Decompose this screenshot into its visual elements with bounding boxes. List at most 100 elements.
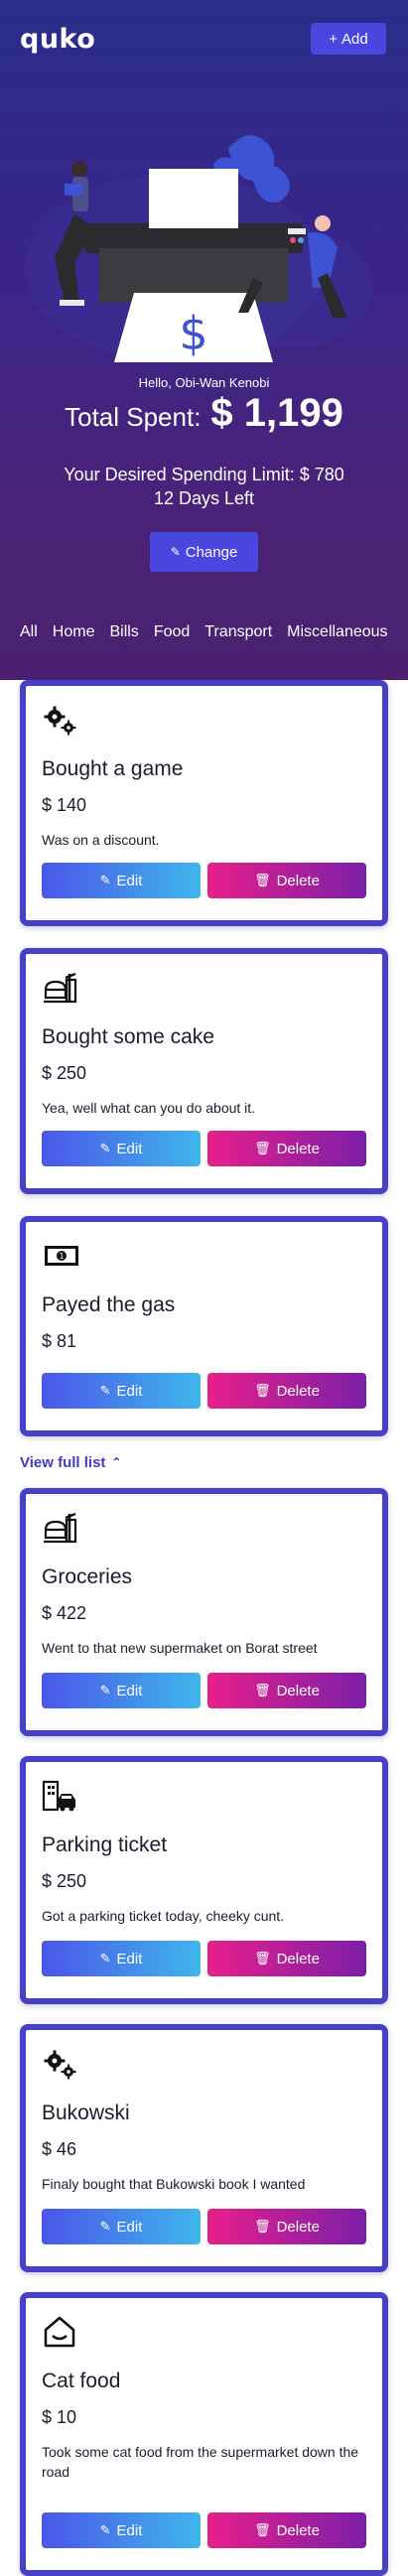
gears-icon: [44, 706, 76, 736]
edit-button-label: Edit: [116, 1382, 143, 1400]
expense-description: Got a parking ticket today, cheeky cunt.: [42, 1908, 285, 1924]
money-printer-illustration: $: [25, 135, 372, 362]
filter-tab-home[interactable]: Home: [53, 623, 95, 641]
edit-button[interactable]: ✎ Edit: [42, 1941, 201, 1976]
edit-button[interactable]: ✎ Edit: [42, 1673, 201, 1708]
expense-amount: $ 140: [42, 795, 87, 815]
top-bar: quko + Add: [0, 0, 408, 79]
filter-tab-miscellaneous[interactable]: Miscellaneous: [287, 623, 387, 641]
edit-button[interactable]: ✎ Edit: [42, 2209, 201, 2244]
app-logo[interactable]: quko: [20, 24, 95, 55]
delete-button-label: Delete: [276, 1950, 320, 1967]
expense-actions: ✎ Edit 🗑 Delete: [42, 1941, 366, 1976]
svg-text:$: $: [179, 307, 207, 360]
expense-amount: $ 46: [42, 2139, 77, 2159]
expense-actions: ✎ Edit 🗑 Delete: [42, 1673, 366, 1708]
total-spent-value: $ 1,199: [210, 391, 343, 435]
total-spent: Total Spent: $ 1,199: [0, 391, 408, 436]
expense-actions: ✎ Edit 🗑 Delete: [42, 1373, 366, 1409]
edit-button-label: Edit: [116, 1950, 143, 1967]
delete-button[interactable]: 🗑 Delete: [207, 2209, 366, 2244]
expense-card: Parking ticket $ 250 Got a parking ticke…: [20, 1756, 388, 2004]
edit-icon: ✎: [99, 2219, 111, 2234]
expense-actions: ✎ Edit 🗑 Delete: [42, 863, 366, 898]
expense-amount: $ 81: [42, 1331, 77, 1351]
expense-title: Bought a game: [42, 757, 184, 780]
edit-icon: ✎: [99, 1383, 111, 1398]
delete-button-label: Delete: [276, 872, 320, 889]
expense-amount: $ 422: [42, 1603, 87, 1623]
expense-list: Bought a game $ 140 Was on a discount. ✎…: [0, 680, 408, 2576]
edit-button[interactable]: ✎ Edit: [42, 1131, 201, 1166]
filter-tab-food[interactable]: Food: [154, 623, 190, 641]
spending-limit-text: Your Desired Spending Limit: $ 780: [64, 465, 344, 484]
add-button[interactable]: + Add: [311, 23, 386, 55]
spending-limit: Your Desired Spending Limit: $ 780 12 Da…: [0, 463, 408, 510]
money-icon: 1: [45, 1246, 78, 1266]
delete-button[interactable]: 🗑 Delete: [207, 863, 366, 898]
food-icon: [44, 1512, 77, 1544]
svg-text:1: 1: [59, 1252, 64, 1261]
edit-button[interactable]: ✎ Edit: [42, 2512, 201, 2548]
delete-button-label: Delete: [276, 1382, 320, 1400]
edit-button-label: Edit: [116, 1140, 143, 1157]
expense-title: Parking ticket: [42, 1833, 168, 1856]
edit-button[interactable]: ✎ Edit: [42, 863, 201, 898]
edit-icon: ✎: [99, 1683, 111, 1697]
trash-icon: 🗑: [254, 2219, 271, 2234]
edit-icon: ✎: [99, 1141, 111, 1155]
edit-icon: ✎: [99, 873, 111, 887]
filter-tab-all[interactable]: All: [20, 623, 38, 641]
gears-icon: [44, 2050, 76, 2080]
expense-actions: ✎ Edit 🗑 Delete: [42, 2512, 366, 2548]
edit-button-label: Edit: [116, 2218, 143, 2236]
delete-button-label: Delete: [276, 2521, 320, 2539]
edit-button-label: Edit: [116, 1682, 143, 1699]
expense-description: Took some cat food from the supermarket …: [42, 2444, 359, 2480]
change-button-label: Change: [185, 543, 238, 561]
expense-title: Bukowski: [42, 2101, 130, 2124]
edit-button-label: Edit: [116, 872, 143, 889]
delete-button[interactable]: 🗑 Delete: [207, 2512, 366, 2548]
plus-icon: +: [329, 30, 339, 48]
add-button-label: Add: [341, 30, 368, 48]
home-icon: [44, 2316, 75, 2348]
food-icon: [44, 972, 77, 1004]
chevron-up-icon: ⌃: [111, 1455, 122, 1469]
expense-description: Was on a discount.: [42, 832, 160, 848]
expense-card: Bukowski $ 46 Finaly bought that Bukowsk…: [20, 2024, 388, 2272]
expense-card: 1 Payed the gas $ 81 ✎ Edit 🗑 Delete: [20, 1216, 388, 1436]
change-limit-button[interactable]: ✎ Change: [150, 532, 258, 572]
trash-icon: 🗑: [254, 1951, 271, 1966]
expense-amount: $ 250: [42, 1063, 87, 1083]
delete-button[interactable]: 🗑 Delete: [207, 1373, 366, 1409]
greeting-text: Hello, Obi-Wan Kenobi: [138, 375, 270, 390]
expense-title: Cat food: [42, 2370, 121, 2392]
trash-icon: 🗑: [254, 873, 271, 887]
expense-title: Groceries: [42, 1565, 133, 1588]
expense-card: Cat food $ 10 Took some cat food from th…: [20, 2292, 388, 2576]
view-full-list-link[interactable]: View full list ⌃: [20, 1452, 388, 1472]
expense-description: Yea, well what can you do about it.: [42, 1100, 256, 1116]
edit-button[interactable]: ✎ Edit: [42, 1373, 201, 1409]
trash-icon: 🗑: [254, 1141, 271, 1155]
filter-tab-transport[interactable]: Transport: [204, 623, 272, 641]
delete-button[interactable]: 🗑 Delete: [207, 1131, 366, 1166]
hero-section: quko + Add $ Hello, Obi-Wan Kenobi Total…: [0, 0, 408, 680]
transport-icon: [42, 1780, 75, 1812]
view-full-list-label: View full list: [20, 1453, 106, 1471]
delete-button[interactable]: 🗑 Delete: [207, 1941, 366, 1976]
expense-card: Bought a game $ 140 Was on a discount. ✎…: [20, 680, 388, 926]
edit-icon: ✎: [99, 1951, 111, 1966]
expense-amount: $ 10: [42, 2407, 77, 2427]
expense-amount: $ 250: [42, 1871, 87, 1891]
filter-tab-bills[interactable]: Bills: [109, 623, 138, 641]
days-left-text: 12 Days Left: [153, 488, 255, 508]
expense-title: Payed the gas: [42, 1293, 176, 1316]
trash-icon: 🗑: [254, 1383, 271, 1398]
expense-actions: ✎ Edit 🗑 Delete: [42, 2209, 366, 2244]
pencil-icon: ✎: [170, 545, 181, 559]
trash-icon: 🗑: [254, 1683, 271, 1697]
delete-button[interactable]: 🗑 Delete: [207, 1673, 366, 1708]
expense-card: Groceries $ 422 Went to that new superma…: [20, 1488, 388, 1736]
